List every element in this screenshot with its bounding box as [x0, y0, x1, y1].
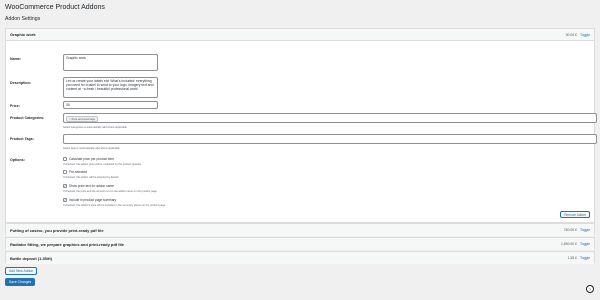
- options-label: Options:: [10, 158, 25, 162]
- addon-meta: 1,650.00 £ Toggle: [561, 238, 590, 250]
- help-icon[interactable]: ?: [586, 285, 594, 293]
- addon-meta: 30.00 £ Toggle: [566, 29, 590, 41]
- remove-tag-icon[interactable]: ×: [69, 117, 71, 121]
- addon-header[interactable]: Radiator fitting, we prepare graphics an…: [6, 238, 594, 250]
- name-input[interactable]: Graphic work: [63, 54, 158, 71]
- option-show-price[interactable]: ✓ Show price text for addon name: [63, 184, 114, 188]
- save-changes-button[interactable]: Save Changes: [5, 278, 36, 286]
- categories-label: Product Categories:: [10, 116, 45, 120]
- toggle-link[interactable]: Toggle: [580, 256, 590, 260]
- addon-meta: 780.00 £ Toggle: [564, 224, 590, 236]
- addon-panel: Bottle deposit (1.35/ft) 1.35 £ Toggle: [5, 251, 595, 264]
- addon-price: 30.00 £: [565, 33, 577, 37]
- categories-help: Select categories to automatically add w…: [63, 126, 127, 129]
- tags-label: Product Tags:: [10, 137, 34, 141]
- addon-title: Graphic work: [10, 32, 36, 37]
- addon-body: Name: Graphic work Description: Let us c…: [6, 41, 597, 222]
- checkbox-checked[interactable]: ✓: [63, 198, 67, 202]
- categories-select[interactable]: ×Pets and feed tags: [63, 113, 597, 123]
- addon-meta: 1.35 £ Toggle: [568, 252, 590, 264]
- toggle-link[interactable]: Toggle: [580, 33, 590, 37]
- toggle-link[interactable]: Toggle: [580, 242, 590, 246]
- option-help: If checked, this addon's price will be i…: [63, 204, 166, 207]
- add-new-addon-button[interactable]: Add New Addon: [5, 267, 38, 275]
- description-label: Description:: [10, 81, 31, 85]
- description-textarea[interactable]: Let us create your labels etc! What's in…: [63, 77, 158, 98]
- option-help: If checked, this addon price will be mul…: [63, 163, 142, 166]
- addon-price: 1.35 £: [567, 256, 577, 260]
- toggle-link[interactable]: Toggle: [580, 228, 590, 232]
- price-label: Price:: [10, 104, 20, 108]
- addon-panel: Putting of casino, you provide print-rea…: [5, 223, 595, 236]
- remove-addon-button[interactable]: Remove Addon: [560, 211, 590, 218]
- option-calculate-per-item[interactable]: Calculate price per product item: [63, 157, 114, 161]
- price-input[interactable]: 30: [63, 101, 158, 109]
- addon-panel: Radiator fitting, we prepare graphics an…: [5, 237, 595, 250]
- option-preselected[interactable]: Pre-selected: [63, 170, 87, 174]
- tags-select[interactable]: [63, 134, 597, 144]
- option-help: If checked, this addon will be selected …: [63, 176, 119, 179]
- addon-title: Putting of casino, you provide print-rea…: [10, 227, 104, 233]
- addon-header[interactable]: Bottle deposit (1.35/ft) 1.35 £ Toggle: [6, 252, 594, 264]
- option-include-summary[interactable]: ✓ Include in product page summary: [63, 198, 116, 202]
- name-label: Name:: [10, 57, 21, 61]
- page-title: WooCommerce Product Addons: [5, 4, 105, 11]
- option-label: Pre-selected: [69, 170, 87, 174]
- option-label: Calculate price per product item: [69, 157, 115, 161]
- addon-header[interactable]: Putting of casino, you provide print-rea…: [6, 224, 594, 236]
- checkbox-checked[interactable]: ✓: [63, 184, 67, 188]
- option-label: Include in product page summary: [69, 198, 117, 202]
- tags-help: Select tags to automatically add where a…: [63, 147, 120, 150]
- section-title: Addon Settings: [5, 16, 41, 22]
- addon-price: 780.00 £: [563, 228, 577, 232]
- option-help: If checked, the price and the amount nex…: [63, 190, 157, 193]
- category-tag-label: Pets and feed tags: [71, 117, 95, 121]
- option-label: Show price text for addon name: [69, 184, 115, 188]
- addon-panel-graphic-work: Graphic work 30.00 £ Toggle Name: Graphi…: [5, 28, 597, 223]
- checkbox-unchecked[interactable]: [63, 170, 67, 174]
- addon-title: Bottle deposit (1.35/ft): [10, 255, 53, 261]
- checkbox-unchecked[interactable]: [63, 157, 67, 161]
- addon-header[interactable]: Graphic work 30.00 £ Toggle: [6, 29, 594, 41]
- category-tag[interactable]: ×Pets and feed tags: [66, 116, 98, 122]
- addon-title: Radiator fitting, we prepare graphics an…: [10, 241, 125, 247]
- addon-price: 1,650.00 £: [560, 242, 577, 246]
